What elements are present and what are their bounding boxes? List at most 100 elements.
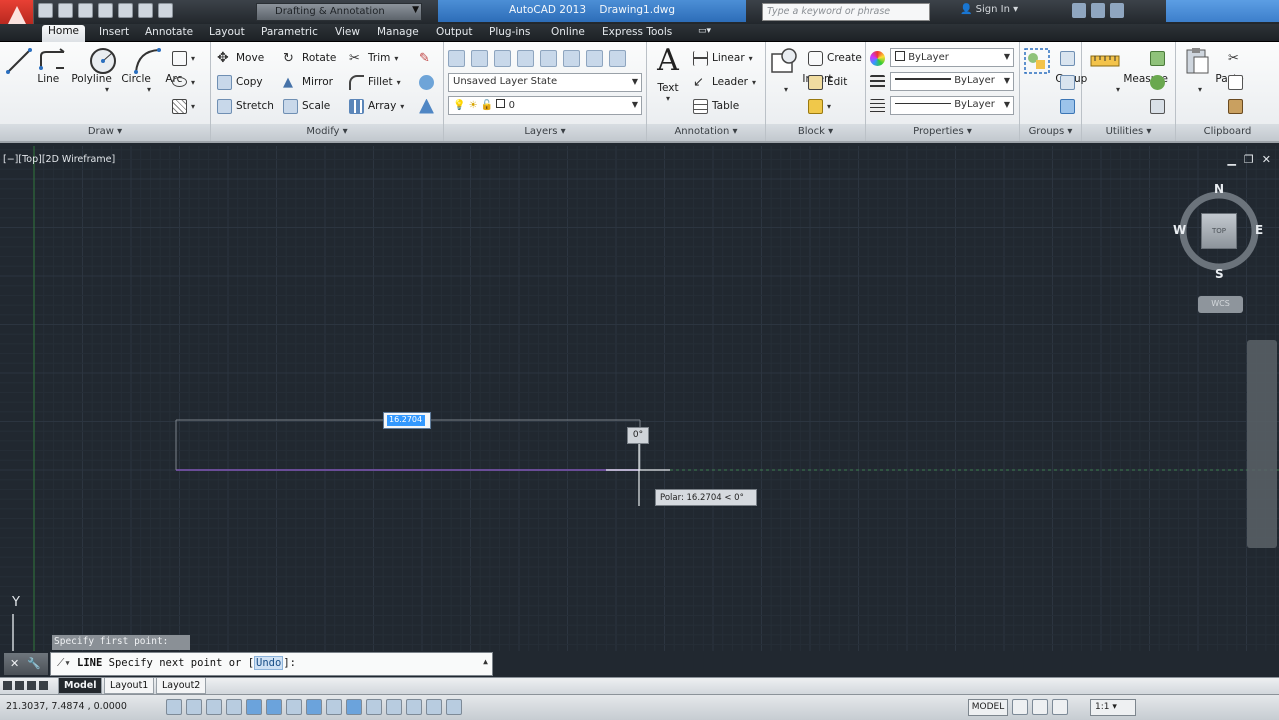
model-space-button[interactable]: MODEL bbox=[968, 699, 1008, 716]
match-layer-icon[interactable] bbox=[563, 49, 580, 67]
exchange-icon[interactable] bbox=[1072, 3, 1086, 18]
quick-select-button[interactable] bbox=[1150, 48, 1165, 68]
layer-freeze-icon[interactable] bbox=[494, 49, 511, 67]
minimize-icon[interactable]: ▁ bbox=[1227, 153, 1235, 166]
compass-east[interactable]: E bbox=[1255, 223, 1263, 237]
layer-isolate-icon[interactable] bbox=[471, 49, 488, 67]
3d-object-snap-icon[interactable] bbox=[286, 699, 302, 715]
tab-layout2[interactable]: Layout2 bbox=[156, 678, 207, 694]
last-layout-icon[interactable] bbox=[39, 681, 48, 690]
tab-model[interactable]: Model bbox=[58, 678, 103, 694]
quick-view-layouts-icon[interactable] bbox=[1012, 699, 1028, 715]
lineweight-toggle-icon[interactable] bbox=[366, 699, 382, 715]
copy-button[interactable]: Copy bbox=[217, 72, 263, 92]
draw-panel-title[interactable]: Draw ▾ bbox=[0, 124, 210, 141]
save-icon[interactable] bbox=[78, 3, 93, 18]
annotation-scale[interactable]: 1:1 ▾ bbox=[1090, 699, 1136, 716]
drawing-viewport[interactable]: [−][Top][2D Wireframe] ▁ ❐ ✕ N S E W TOP… bbox=[0, 146, 1279, 677]
clipboard-panel-title[interactable]: Clipboard bbox=[1176, 124, 1279, 141]
scale-button[interactable]: Scale bbox=[283, 96, 330, 116]
group-edit-button[interactable] bbox=[1060, 72, 1075, 92]
annotation-monitor-icon[interactable] bbox=[446, 699, 462, 715]
plot-icon[interactable] bbox=[118, 3, 133, 18]
help-icon[interactable] bbox=[1110, 3, 1124, 18]
annotation-panel-title[interactable]: Annotation ▾ bbox=[647, 124, 765, 141]
rectangle-button[interactable]: ▾ bbox=[172, 48, 195, 68]
dynamic-input-icon[interactable] bbox=[346, 699, 362, 715]
dynamic-length-input[interactable]: 16.2704 bbox=[383, 412, 431, 429]
infer-constraints-icon[interactable] bbox=[166, 699, 182, 715]
ellipse-button[interactable]: ▾ bbox=[172, 72, 195, 92]
modify-panel-title[interactable]: Modify ▾ bbox=[211, 124, 443, 141]
layer-previous-icon[interactable] bbox=[586, 49, 603, 67]
polyline-button[interactable]: Polyline bbox=[38, 44, 112, 85]
edit-block-button[interactable]: Edit bbox=[808, 72, 847, 92]
hatch-button[interactable]: ▾ bbox=[172, 96, 195, 116]
tab-annotate[interactable]: Annotate bbox=[145, 26, 193, 42]
array-button[interactable]: Array ▾ bbox=[349, 96, 404, 116]
tab-manage[interactable]: Manage bbox=[377, 26, 419, 42]
layers-panel-title[interactable]: Layers ▾ bbox=[444, 124, 646, 141]
close-icon[interactable]: ✕ bbox=[1262, 153, 1271, 166]
groups-panel-title[interactable]: Groups ▾ bbox=[1020, 124, 1081, 141]
cut-button[interactable]: ✂ bbox=[1228, 48, 1243, 68]
quick-properties-icon[interactable] bbox=[406, 699, 422, 715]
fillet-button[interactable]: Fillet ▾ bbox=[349, 72, 401, 92]
lineweight-dropdown[interactable]: ByLayer ▼ bbox=[890, 72, 1014, 91]
next-layout-icon[interactable] bbox=[27, 681, 36, 690]
save-as-icon[interactable] bbox=[98, 3, 113, 18]
utilities-panel-title[interactable]: Utilities ▾ bbox=[1082, 124, 1175, 141]
ortho-mode-icon[interactable] bbox=[226, 699, 242, 715]
group-selection-button[interactable] bbox=[1060, 96, 1075, 116]
create-block-button[interactable]: Create bbox=[808, 48, 862, 68]
match-paste-button[interactable] bbox=[1228, 96, 1243, 116]
workspace-switcher[interactable]: Drafting & Annotation ▼ bbox=[256, 3, 422, 21]
close-icon[interactable]: ✕ bbox=[10, 657, 19, 671]
circle-button[interactable]: Circle ▾ bbox=[88, 44, 151, 94]
move-button[interactable]: ✥ Move bbox=[217, 48, 264, 68]
history-up-icon[interactable]: ▲ bbox=[483, 657, 488, 666]
layer-off-icon[interactable] bbox=[517, 49, 534, 67]
tab-view[interactable]: View bbox=[335, 26, 360, 42]
calculator-button[interactable] bbox=[1150, 96, 1165, 116]
offset-button[interactable] bbox=[419, 96, 434, 116]
tab-layout[interactable]: Layout bbox=[209, 26, 245, 42]
community-icon[interactable] bbox=[1091, 3, 1105, 18]
layer-walk-icon[interactable] bbox=[609, 49, 626, 67]
stretch-button[interactable]: Stretch bbox=[217, 96, 274, 116]
polar-tracking-icon[interactable] bbox=[246, 699, 262, 715]
leader-button[interactable]: ↙ Leader ▾ bbox=[693, 72, 756, 92]
search-input[interactable]: Type a keyword or phrase bbox=[762, 3, 930, 21]
tab-insert[interactable]: Insert bbox=[99, 26, 129, 42]
tab-output[interactable]: Output bbox=[436, 26, 472, 42]
window-controls[interactable] bbox=[1166, 0, 1279, 22]
match-properties-button[interactable] bbox=[870, 48, 885, 68]
erase-button[interactable]: ✎ bbox=[419, 48, 434, 68]
snap-mode-icon[interactable] bbox=[186, 699, 202, 715]
layer-state-dropdown[interactable]: Unsaved Layer State ▼ bbox=[448, 73, 642, 92]
redo-icon[interactable] bbox=[158, 3, 173, 18]
measure-button[interactable]: Measure ▾ bbox=[1090, 44, 1168, 94]
grid-display-icon[interactable] bbox=[206, 699, 222, 715]
restore-icon[interactable]: ❐ bbox=[1244, 153, 1254, 166]
ribbon-minimize-icon[interactable]: ▭▾ bbox=[698, 26, 711, 42]
make-current-icon[interactable] bbox=[540, 49, 557, 67]
insert-block-button[interactable]: Insert ▾ bbox=[769, 44, 832, 94]
object-snap-icon[interactable] bbox=[266, 699, 282, 715]
viewport-controls-label[interactable]: [−][Top][2D Wireframe] bbox=[3, 154, 115, 165]
transparency-icon[interactable] bbox=[386, 699, 402, 715]
explode-button[interactable] bbox=[419, 72, 434, 92]
selection-cycling-icon[interactable] bbox=[426, 699, 442, 715]
sign-in-button[interactable]: 👤 Sign In ▾ bbox=[960, 4, 1018, 15]
wrench-icon[interactable]: 🔧 bbox=[27, 657, 41, 671]
navigation-bar[interactable] bbox=[1247, 340, 1277, 548]
pan-icon[interactable] bbox=[1052, 699, 1068, 715]
tab-express-tools[interactable]: Express Tools bbox=[602, 26, 672, 42]
id-point-button[interactable] bbox=[1150, 72, 1165, 92]
dynamic-ucs-icon[interactable] bbox=[326, 699, 342, 715]
linear-dimension-button[interactable]: Linear ▾ bbox=[693, 48, 753, 68]
cursor-coordinates[interactable]: 21.3037, 7.4874 , 0.0000 bbox=[6, 701, 127, 712]
command-line-input[interactable]: ⟋▾ LINE Specify next point or [Undo]: ▲ bbox=[50, 652, 493, 676]
quick-view-drawings-icon[interactable] bbox=[1032, 699, 1048, 715]
tab-parametric[interactable]: Parametric bbox=[261, 26, 318, 42]
